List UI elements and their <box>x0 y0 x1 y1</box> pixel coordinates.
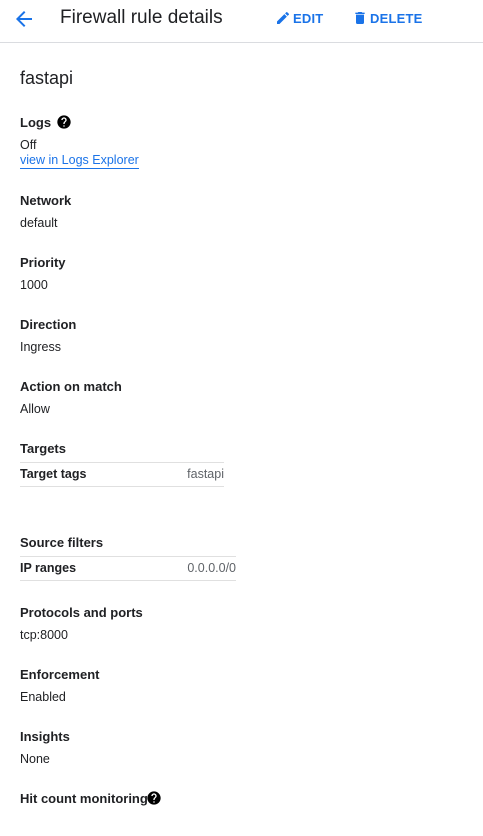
pencil-icon <box>277 11 290 24</box>
logs-label: Logs <box>20 115 52 130</box>
priority-label: Priority <box>20 255 66 270</box>
insights-value: None <box>20 752 50 766</box>
direction-value: Ingress <box>20 340 61 354</box>
insights-label: Insights <box>20 729 70 744</box>
direction-label: Direction <box>20 317 77 332</box>
logs-value: Off <box>20 138 37 152</box>
priority-value: 1000 <box>20 278 48 292</box>
ip-ranges-value: 0.0.0.0/0 <box>187 561 236 575</box>
back-arrow-icon[interactable] <box>12 7 36 31</box>
help-icon[interactable] <box>146 790 162 806</box>
page: Firewall rule details EDIT DELETE fastap… <box>0 0 483 836</box>
network-value: default <box>20 216 58 230</box>
protocols-label: Protocols and ports <box>20 605 143 620</box>
edit-label: EDIT <box>293 10 324 26</box>
ip-ranges-key: IP ranges <box>20 561 77 575</box>
ip-ranges-row: IP ranges 0.0.0.0/0 <box>20 556 236 581</box>
help-icon[interactable] <box>56 114 72 130</box>
delete-label: DELETE <box>370 10 423 26</box>
header-bar: Firewall rule details EDIT DELETE <box>0 0 483 43</box>
action-on-match-label: Action on match <box>20 379 122 394</box>
network-label: Network <box>20 193 72 208</box>
hit-count-label: Hit count monitoring <box>20 791 148 806</box>
target-tags-row: Target tags fastapi <box>20 462 224 487</box>
protocols-value: tcp:8000 <box>20 628 68 642</box>
delete-button[interactable]: DELETE <box>352 9 422 27</box>
edit-button[interactable]: EDIT <box>275 9 323 27</box>
trash-icon <box>355 12 365 24</box>
enforcement-label: Enforcement <box>20 667 100 682</box>
enforcement-value: Enabled <box>20 690 66 704</box>
target-tags-key: Target tags <box>20 467 87 481</box>
rule-name: fastapi <box>20 68 74 88</box>
source-filters-label: Source filters <box>20 535 104 550</box>
logs-explorer-link[interactable]: view in Logs Explorer <box>20 153 139 169</box>
targets-label: Targets <box>20 441 66 456</box>
target-tags-value: fastapi <box>187 467 224 481</box>
action-on-match-value: Allow <box>20 402 50 416</box>
page-title: Firewall rule details <box>60 7 223 28</box>
